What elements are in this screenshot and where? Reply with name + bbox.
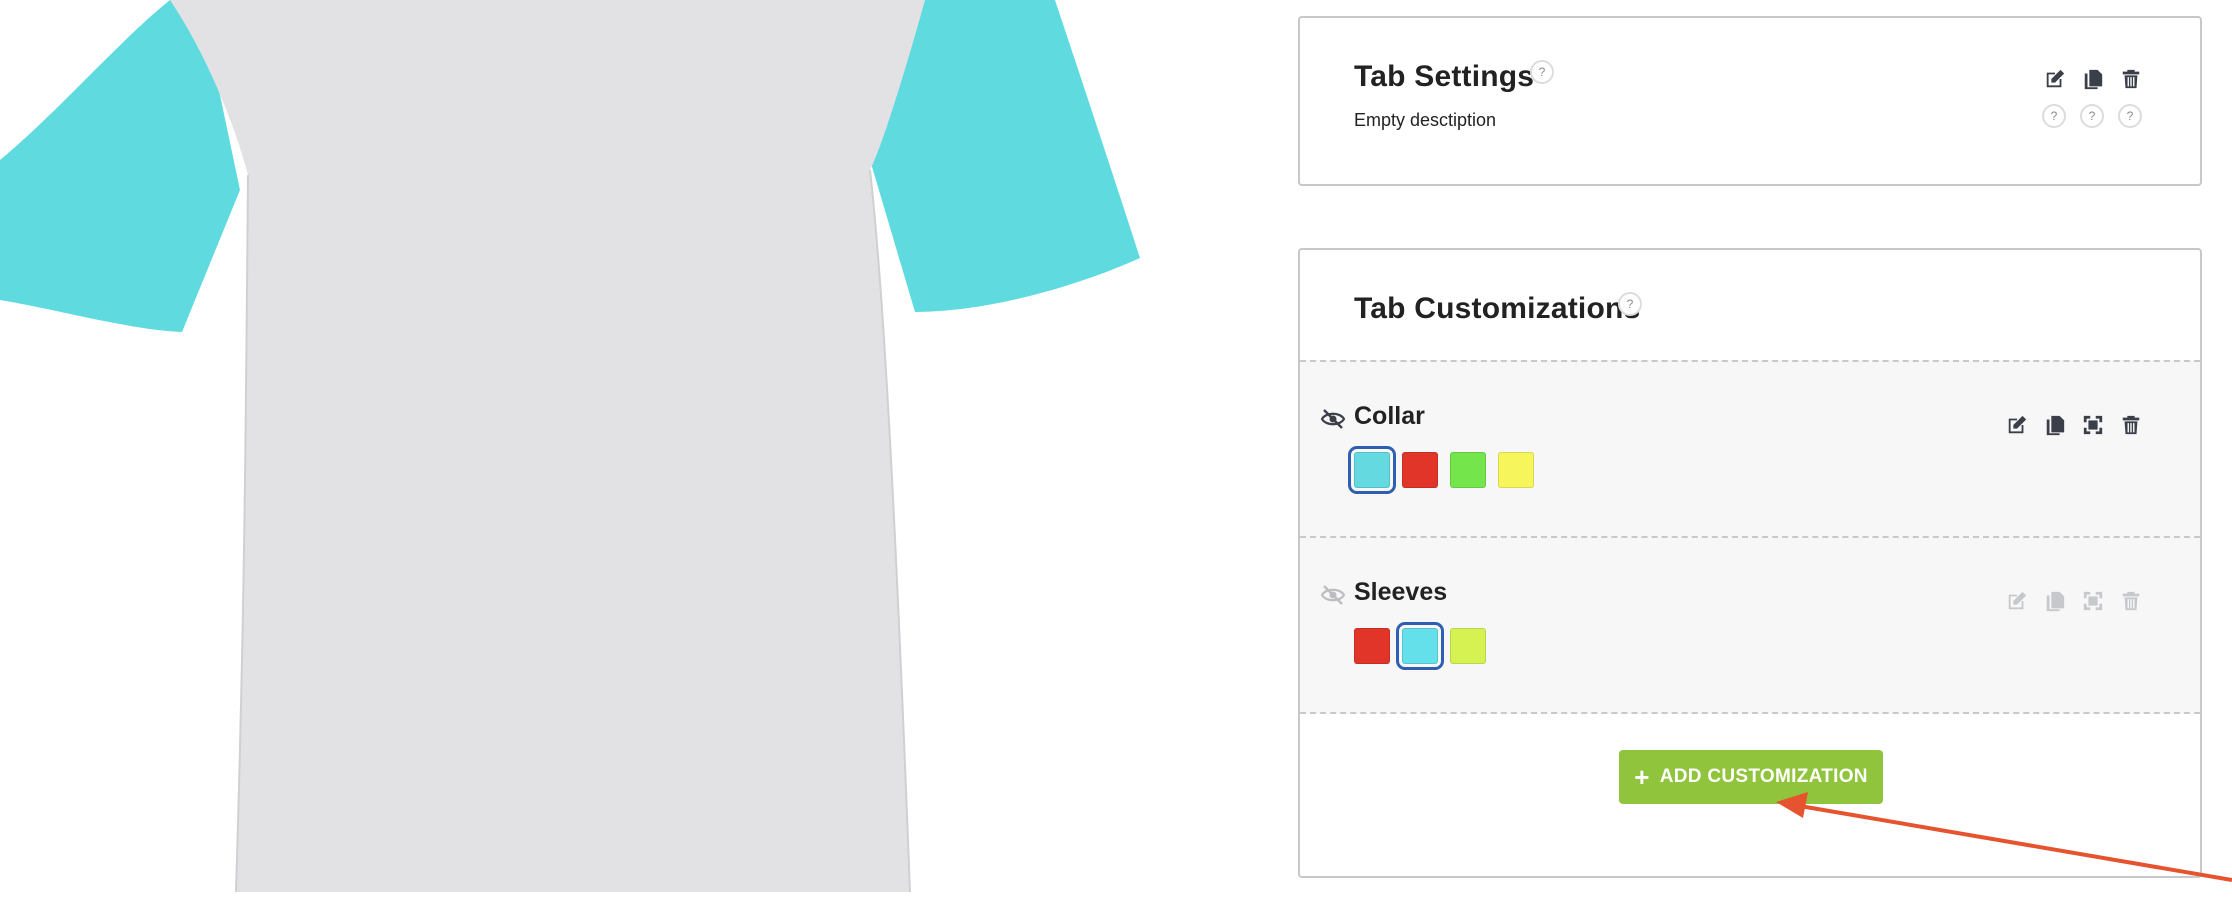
color-swatch[interactable] — [1402, 452, 1438, 488]
tab-customizations-panel: Tab Customizations ? Collar Sleeves + AD… — [1298, 248, 2202, 878]
copy-help-icon[interactable]: ? — [2080, 104, 2104, 128]
add-customization-label: ADD CUSTOMIZATION — [1659, 766, 1868, 787]
tab-customizations-title: Tab Customizations — [1354, 292, 1641, 325]
tab-settings-title: Tab Settings — [1354, 60, 1535, 93]
edit-icon[interactable] — [2044, 68, 2066, 90]
eye-slash-icon[interactable] — [1320, 408, 1346, 430]
shirt-body — [170, 0, 925, 892]
tshirt-image — [0, 0, 1140, 893]
tab-settings-panel: Tab Settings ? Empty desctiption ? ? ? — [1298, 16, 2202, 186]
plus-icon: + — [1634, 762, 1650, 792]
copy-icon[interactable] — [2082, 68, 2104, 90]
color-swatch[interactable] — [1450, 452, 1486, 488]
tab-settings-description: Empty desctiption — [1354, 110, 1497, 130]
product-preview — [0, 0, 1180, 893]
edit-icon[interactable] — [2006, 414, 2028, 436]
edit-help-icon[interactable]: ? — [2042, 104, 2066, 128]
trash-icon[interactable] — [2120, 590, 2142, 612]
help-icon[interactable]: ? — [1530, 60, 1554, 84]
copy-icon[interactable] — [2044, 590, 2066, 612]
help-icon[interactable]: ? — [1618, 292, 1642, 316]
color-swatch[interactable] — [1450, 628, 1486, 664]
crop-icon[interactable] — [2082, 414, 2104, 436]
color-swatch[interactable] — [1348, 446, 1396, 494]
trash-icon[interactable] — [2120, 414, 2142, 436]
trash-help-icon[interactable]: ? — [2118, 104, 2142, 128]
customization-name: Collar — [1354, 402, 1425, 430]
eye-slash-icon[interactable] — [1320, 584, 1346, 606]
crop-icon[interactable] — [2082, 590, 2104, 612]
customization-name: Sleeves — [1354, 578, 1448, 606]
trash-icon[interactable] — [2120, 68, 2142, 90]
color-swatch[interactable] — [1354, 628, 1390, 664]
customization-item-collar: Collar — [1300, 360, 2200, 538]
add-customization-button[interactable]: + ADD CUSTOMIZATION — [1619, 750, 1883, 804]
customization-item-sleeves: Sleeves — [1300, 536, 2200, 714]
copy-icon[interactable] — [2044, 414, 2066, 436]
edit-icon[interactable] — [2006, 590, 2028, 612]
color-swatch[interactable] — [1396, 622, 1444, 670]
color-swatch[interactable] — [1498, 452, 1534, 488]
